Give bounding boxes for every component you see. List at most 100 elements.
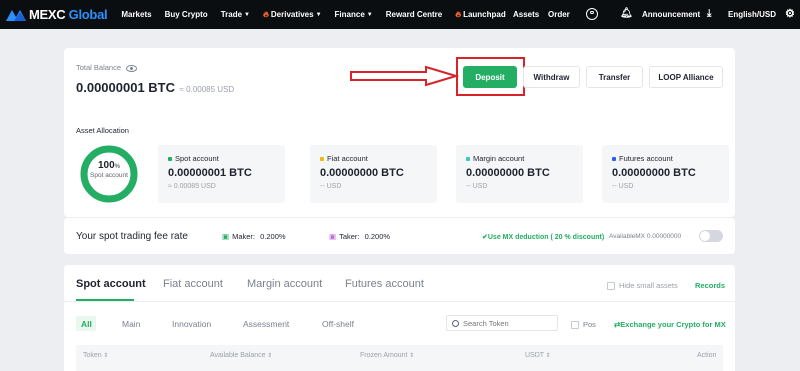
- sort-icon: ⇕: [407, 353, 415, 359]
- account-name-text: Fiat account: [327, 154, 368, 163]
- account-name-text: Spot account: [175, 154, 219, 163]
- nav-item-label: Derivatives: [270, 10, 314, 19]
- account-card[interactable]: Futures account 0.00000000 BTC -- USD: [602, 145, 729, 203]
- pos-checkbox[interactable]: [571, 321, 579, 330]
- sort-icon: ⇕: [544, 353, 551, 359]
- account-color-dot: [612, 156, 616, 161]
- nav-menu: Markets Buy Crypto Trade ▼ 🔥︎ Derivatives ▼ Fin…: [121, 10, 518, 20]
- tab-fiat[interactable]: Fiat account: [163, 278, 223, 290]
- mx-deduction-link[interactable]: ✔Use MX deduction ( 20 % discount): [482, 233, 604, 241]
- maker-value: 0.200%: [260, 232, 286, 241]
- account-amount: 0.00000000 BTC: [320, 167, 404, 179]
- records-link[interactable]: Records: [695, 281, 725, 290]
- logo-accent: Global: [68, 7, 108, 22]
- column-header[interactable]: Token ⇕: [83, 352, 108, 359]
- hide-small-checkbox[interactable]: [607, 282, 615, 291]
- search-token-input[interactable]: [463, 318, 551, 328]
- column-header-label: Available Balance: [210, 352, 266, 359]
- nav-item[interactable]: 🔥︎ Launchpad: [455, 10, 506, 20]
- account-name-text: Futures account: [619, 154, 673, 163]
- tab-futures[interactable]: Futures account: [345, 278, 424, 290]
- account-usd: -- USD: [320, 183, 342, 190]
- chevron-down-icon: ▼: [244, 11, 250, 18]
- user-icon[interactable]: [586, 8, 598, 20]
- nav-assets[interactable]: Assets: [513, 10, 539, 19]
- mexc-logo-icon: [6, 9, 26, 21]
- mx-deduction-toggle[interactable]: [699, 230, 723, 242]
- nav-order[interactable]: Order: [548, 10, 570, 19]
- column-header-label: Frozen Amount: [360, 352, 408, 359]
- nav-item-label: Markets: [121, 10, 152, 19]
- hide-small-label: Hide small assets: [619, 281, 678, 290]
- search-token-field[interactable]: [446, 315, 558, 331]
- exchange-mx-link[interactable]: ⇄Exchange your Crypto for MX: [614, 320, 726, 329]
- nav-item[interactable]: Buy Crypto: [165, 10, 208, 19]
- subtab[interactable]: Main: [122, 319, 140, 329]
- account-usd: -- USD: [612, 183, 634, 190]
- column-header[interactable]: USDT ⇕: [525, 352, 551, 359]
- pos-filter[interactable]: Pos: [571, 320, 596, 330]
- account-name: Margin account: [466, 154, 573, 163]
- nav-item[interactable]: 🔥︎ Derivatives ▼: [263, 10, 322, 20]
- withdraw-button[interactable]: Withdraw: [523, 66, 580, 88]
- balance-btc: 0.00000001 BTC: [76, 80, 176, 95]
- maker-fee: ▣ Maker: 0.200%: [222, 232, 286, 241]
- account-name-text: Margin account: [473, 154, 525, 163]
- nav-item-label: Buy Crypto: [164, 10, 208, 19]
- chevron-down-icon: ▼: [366, 11, 373, 18]
- annotation-arrow: [350, 65, 460, 87]
- loop-alliance-button[interactable]: LOOP Alliance: [649, 66, 723, 88]
- account-name: Spot account: [168, 154, 275, 163]
- total-balance-text: Total Balance: [76, 63, 122, 72]
- account-card[interactable]: Fiat account 0.00000000 BTC -- USD: [310, 145, 437, 203]
- sort-icon: ⇕: [265, 353, 273, 359]
- subtab[interactable]: All: [81, 319, 92, 329]
- flame-icon: 🔥︎: [263, 9, 269, 19]
- donut-percent-sign: %: [114, 164, 121, 170]
- account-color-dot: [168, 156, 172, 161]
- column-header[interactable]: Frozen Amount ⇕: [360, 352, 414, 359]
- tab-spot[interactable]: Spot account: [76, 278, 146, 290]
- nav-language[interactable]: English/USD: [728, 10, 776, 19]
- nav-item[interactable]: Reward Centre: [386, 10, 442, 19]
- active-tab-indicator: [76, 299, 134, 301]
- account-name: Fiat account: [320, 154, 427, 163]
- tab-margin[interactable]: Margin account: [247, 278, 322, 290]
- subtab[interactable]: Innovation: [172, 319, 211, 329]
- account-amount: 0.00000000 BTC: [466, 167, 550, 179]
- bell-icon[interactable]: 🔔︎: [620, 8, 633, 19]
- nav-item[interactable]: Trade ▼: [221, 10, 250, 19]
- taker-value: 0.200%: [364, 232, 391, 241]
- subtab[interactable]: Assessment: [243, 319, 289, 329]
- mexc-logo[interactable]: MEXC Global: [6, 7, 108, 22]
- account-card[interactable]: Spot account 0.00000001 BTC ≈ 0.00085 USD: [158, 145, 285, 203]
- nav-item-label: Finance: [334, 10, 365, 19]
- nav-item-label: Reward Centre: [385, 10, 443, 19]
- eye-icon[interactable]: [126, 64, 138, 72]
- pos-label: Pos: [583, 320, 596, 329]
- column-header[interactable]: Available Balance ⇕: [210, 352, 272, 359]
- taker-label: Taker:: [339, 232, 360, 241]
- account-color-dot: [320, 156, 324, 161]
- mx-available: AvailableMX 0.00000000: [609, 233, 682, 240]
- gear-icon[interactable]: ⚙: [785, 7, 795, 20]
- account-card[interactable]: Margin account 0.00000000 BTC -- USD: [456, 145, 583, 203]
- column-header-label: USDT: [525, 352, 545, 359]
- nav-item-label: Launchpad: [463, 10, 506, 19]
- column-header: Action: [697, 352, 716, 359]
- nav-announcement[interactable]: Announcement: [642, 10, 700, 19]
- balance-amount: 0.00000001 BTC ≈ 0.00085 USD: [76, 80, 234, 95]
- taker-fee: ▣ Taker: 0.200%: [329, 232, 390, 241]
- transfer-button[interactable]: Transfer: [586, 66, 643, 88]
- nav-item[interactable]: Markets: [121, 10, 151, 19]
- deposit-button[interactable]: Deposit: [463, 66, 517, 88]
- account-usd: ≈ 0.00085 USD: [168, 183, 216, 190]
- download-icon[interactable]: ⤓: [707, 8, 711, 19]
- nav-item[interactable]: Finance ▼: [335, 10, 373, 19]
- subtab[interactable]: Off-shelf: [322, 319, 354, 329]
- fee-title: Your spot trading fee rate: [76, 231, 188, 242]
- logo-text: MEXC: [29, 7, 66, 22]
- hide-small-assets[interactable]: Hide small assets: [607, 281, 678, 291]
- mx-deduction-text: Use MX deduction ( 20 % discount): [487, 234, 605, 241]
- sort-icon: ⇕: [101, 353, 109, 359]
